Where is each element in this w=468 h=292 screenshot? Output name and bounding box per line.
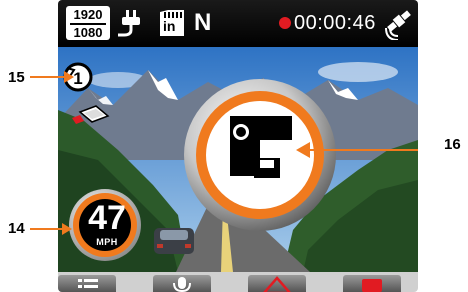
callout-label-14: 14 [8,220,25,237]
callout-label-16: 16 [444,136,461,153]
callout-label-15: 15 [8,69,25,86]
callout-arrows [30,71,74,235]
